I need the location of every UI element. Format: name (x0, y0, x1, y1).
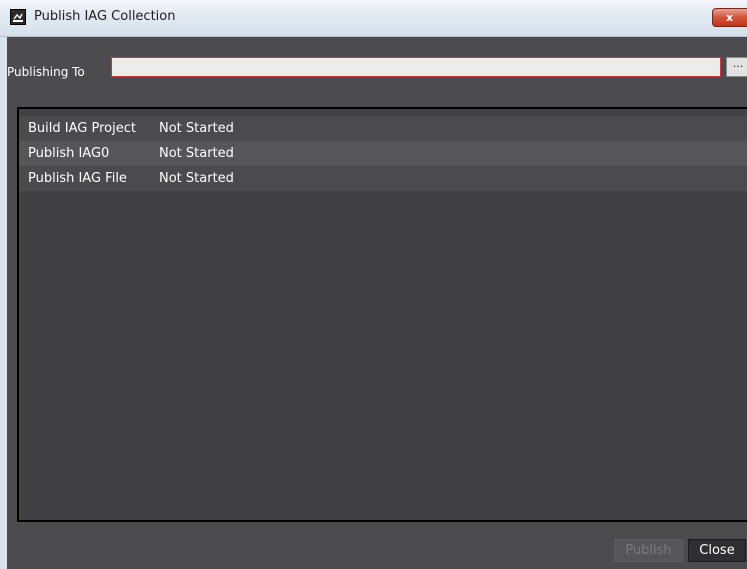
step-status: Not Started (159, 121, 234, 136)
publishing-to-label: Publishing To (7, 65, 85, 79)
browse-button[interactable]: ... (726, 57, 747, 77)
publish-button[interactable]: Publish (614, 539, 683, 562)
list-item[interactable]: Build IAG Project Not Started (19, 116, 747, 141)
step-name: Publish IAG File (28, 171, 127, 186)
close-button[interactable]: Close (688, 539, 746, 562)
publish-steps-list: Build IAG Project Not Started Publish IA… (17, 107, 747, 522)
step-status: Not Started (159, 171, 234, 186)
close-icon: x (726, 11, 734, 24)
application-icon (10, 9, 26, 25)
step-name: Publish IAG0 (28, 146, 110, 161)
list-item[interactable]: Publish IAG File Not Started (19, 166, 747, 191)
step-name: Build IAG Project (28, 121, 136, 136)
publish-iag-collection-dialog: Publish IAG Collection x Publishing To .… (0, 0, 747, 569)
window-title: Publish IAG Collection (34, 9, 176, 24)
title-bar[interactable]: Publish IAG Collection x (0, 0, 747, 37)
list-item[interactable]: Publish IAG0 Not Started (19, 141, 747, 166)
publishing-to-input[interactable] (111, 57, 721, 77)
close-window-button[interactable]: x (712, 8, 747, 27)
step-status: Not Started (159, 146, 234, 161)
